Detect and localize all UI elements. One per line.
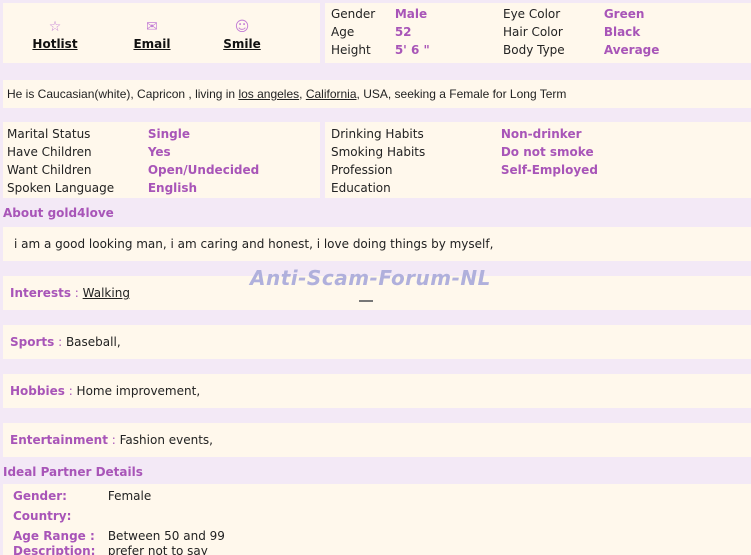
about-heading: About gold4love (3, 206, 114, 220)
partner-panel: Gender: Female Country: Age Range : Betw… (3, 484, 751, 555)
basic-height: Height 5' 6 " (331, 43, 430, 57)
entertainment-value: Fashion events, (119, 433, 213, 447)
interest-walking-link[interactable]: Walking (83, 286, 130, 300)
star-icon: ☆ (48, 19, 62, 35)
partner-country: Country: (13, 509, 72, 523)
smile-link[interactable]: Smile (223, 37, 261, 51)
detail-drinking-habits: Drinking Habits Non-drinker (331, 127, 582, 141)
about-panel: i am a good looking man, i am caring and… (3, 227, 751, 261)
detail-marital-status: Marital Status Single (7, 127, 190, 141)
sports-label: Sports (10, 335, 55, 349)
state-link[interactable]: California (306, 87, 357, 101)
entertainment-label: Entertainment (10, 433, 108, 447)
details-left-panel: Marital Status Single Have Children Yes … (3, 122, 320, 198)
hobbies-value: Home improvement, (76, 384, 201, 398)
detail-want-children: Want Children Open/Undecided (7, 163, 260, 177)
email-link[interactable]: Email (133, 37, 170, 51)
city-link[interactable]: los angeles (238, 87, 299, 101)
basic-age: Age 52 (331, 25, 412, 39)
envelope-icon: ✉ (146, 19, 158, 35)
basics-panel: Gender Male Age 52 Height 5' 6 " Eye Col… (325, 3, 751, 63)
email-action[interactable]: ✉ Email (117, 17, 187, 51)
sports-panel: Sports : Baseball, (3, 325, 751, 359)
hobbies-label: Hobbies (10, 384, 65, 398)
partner-heading: Ideal Partner Details (3, 465, 143, 479)
hotlist-link[interactable]: Hotlist (32, 37, 77, 51)
interests-label: Interests (10, 286, 71, 300)
partner-description: Description: prefer not to say (13, 544, 208, 555)
detail-have-children: Have Children Yes (7, 145, 171, 159)
smiley-icon: ☺ (234, 19, 250, 35)
detail-spoken-language: Spoken Language English (7, 181, 198, 195)
basic-gender: Gender Male (331, 7, 428, 21)
watermark: Anti-Scam-Forum-NL (250, 266, 491, 290)
entertainment-panel: Entertainment : Fashion events, (3, 423, 751, 457)
hotlist-action[interactable]: ☆ Hotlist (20, 17, 90, 51)
summary-text: He is Caucasian(white), Capricon , livin… (7, 87, 567, 101)
detail-smoking-habits: Smoking Habits Do not smoke (331, 145, 594, 159)
hobbies-panel: Hobbies : Home improvement, (3, 374, 751, 408)
actions-panel: ☆ Hotlist ✉ Email ☺ Smile (3, 3, 320, 63)
detail-education: Education (331, 181, 391, 195)
partner-gender: Gender: Female (13, 489, 152, 503)
basic-hair-color: Hair Color Black (503, 25, 641, 39)
watermark-underline (359, 300, 373, 302)
about-text: i am a good looking man, i am caring and… (14, 237, 494, 251)
basic-body-type: Body Type Average (503, 43, 660, 57)
summary-panel: He is Caucasian(white), Capricon , livin… (3, 80, 751, 108)
basic-eye-color: Eye Color Green (503, 7, 645, 21)
details-right-panel: Drinking Habits Non-drinker Smoking Habi… (325, 122, 751, 198)
detail-profession: Profession Self-Employed (331, 163, 598, 177)
sports-value: Baseball, (65, 335, 121, 349)
smile-action[interactable]: ☺ Smile (207, 17, 277, 51)
